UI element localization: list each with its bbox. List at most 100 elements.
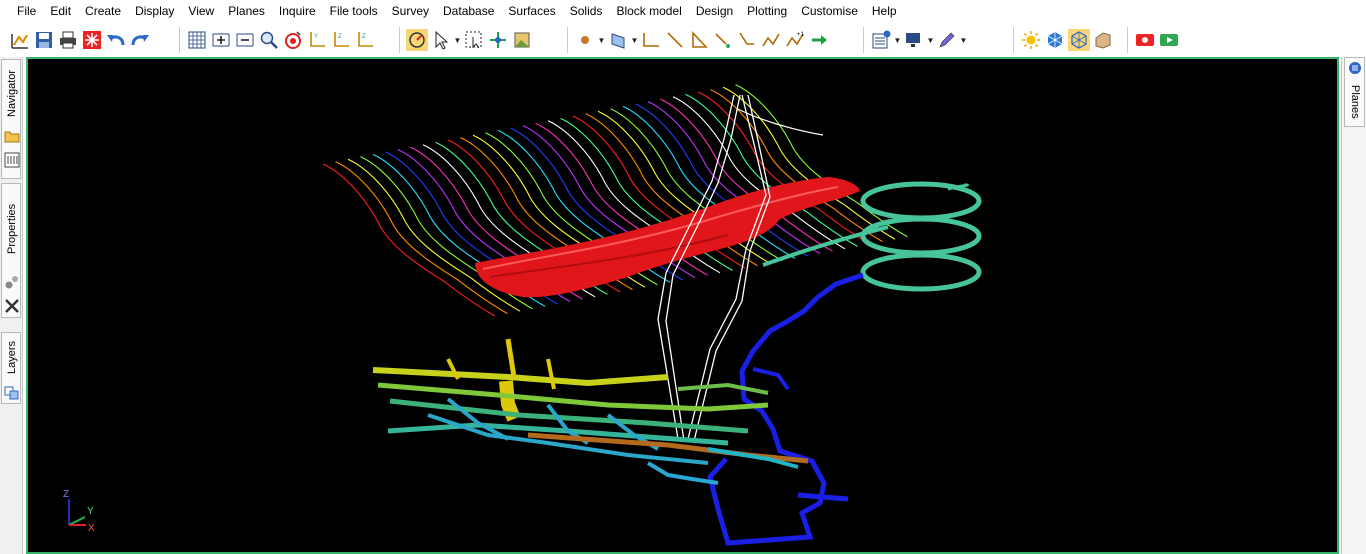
toolbar-group-select: ▼	[396, 26, 534, 54]
menu-bar: File Edit Create Display View Planes Inquire Fi…	[0, 0, 1366, 23]
segment-icon[interactable]	[712, 29, 734, 51]
gears-icon	[5, 276, 18, 289]
dropdown-arrow-icon[interactable]: ▼	[926, 36, 935, 45]
record-icon[interactable]	[1134, 29, 1156, 51]
tab-layers[interactable]: Layers	[1, 332, 21, 404]
grid-icon[interactable]	[186, 29, 208, 51]
view-xy-icon[interactable]: Z	[354, 29, 376, 51]
menu-block-model[interactable]: Block model	[609, 0, 688, 23]
menu-file-tools[interactable]: File tools	[323, 0, 385, 23]
monitor-icon[interactable]	[903, 29, 925, 51]
undo-icon[interactable]	[105, 29, 127, 51]
dropdown-arrow-icon[interactable]: ▼	[597, 36, 606, 45]
dropdown-arrow-icon[interactable]: ▼	[453, 36, 462, 45]
toolbar-divider	[863, 27, 866, 53]
select-box-icon[interactable]	[463, 29, 485, 51]
layers-icon	[4, 386, 19, 400]
rotate-icon[interactable]	[406, 29, 428, 51]
toolbar-group-view: Y Z Z	[176, 26, 377, 54]
properties-list-icon[interactable]	[870, 29, 892, 51]
toolbar-divider	[179, 27, 182, 53]
angle-icon[interactable]	[736, 29, 758, 51]
menu-plotting[interactable]: Plotting	[740, 0, 794, 23]
3d-viewport[interactable]: Z Y X	[26, 57, 1339, 554]
open-chart-icon[interactable]	[9, 29, 31, 51]
menu-inquire[interactable]: Inquire	[272, 0, 323, 23]
zoom-in-icon[interactable]	[210, 29, 232, 51]
navigator-tab-label: Navigator	[6, 69, 18, 117]
dropdown-arrow-icon[interactable]: ▼	[630, 36, 639, 45]
tab-navigator[interactable]: Navigator	[1, 59, 21, 179]
solid-icon[interactable]	[1092, 29, 1114, 51]
pointer-icon[interactable]	[430, 29, 452, 51]
toolbar-group-record	[1124, 26, 1181, 54]
contour-line	[347, 158, 521, 312]
toolbar-group-properties: ▼ ▼ ▼	[860, 26, 968, 54]
toolbar-group-draw: ▼ ▼ +1	[564, 26, 831, 54]
left-dock: Navigator Properties Layers	[0, 57, 23, 554]
shading-icon[interactable]	[1044, 29, 1066, 51]
menu-display[interactable]: Display	[128, 0, 181, 23]
wireframe-icon[interactable]	[1068, 29, 1090, 51]
scene-canvas[interactable]: Z Y X	[28, 59, 1339, 554]
menu-database[interactable]: Database	[436, 0, 501, 23]
tab-properties[interactable]: Properties	[1, 183, 21, 318]
menu-design[interactable]: Design	[689, 0, 740, 23]
polyline-icon[interactable]	[640, 29, 662, 51]
next-icon[interactable]	[808, 29, 830, 51]
plane-icon[interactable]	[607, 29, 629, 51]
axis-triad: Z Y X	[63, 489, 95, 534]
print-icon[interactable]	[57, 29, 79, 51]
menu-view[interactable]: View	[181, 0, 221, 23]
tab-planes[interactable]: Planes	[1344, 57, 1365, 127]
tools-icon	[5, 299, 19, 313]
toolbar-group-render	[1010, 26, 1115, 54]
toolbar-divider	[567, 27, 570, 53]
toolbar-divider	[399, 27, 402, 53]
menu-planes[interactable]: Planes	[221, 0, 272, 23]
menu-edit[interactable]: Edit	[43, 0, 78, 23]
menu-file[interactable]: File	[10, 0, 43, 23]
axis-z-label: Z	[63, 489, 69, 500]
axis-x-label: X	[88, 523, 95, 534]
line-icon[interactable]	[664, 29, 686, 51]
menu-survey[interactable]: Survey	[385, 0, 436, 23]
dropdown-arrow-icon[interactable]: ▼	[959, 36, 968, 45]
menu-surfaces[interactable]: Surfaces	[501, 0, 562, 23]
view-zx-icon[interactable]: Z	[330, 29, 352, 51]
view-zy-icon[interactable]: Y	[306, 29, 328, 51]
menu-customise[interactable]: Customise	[794, 0, 865, 23]
planes-icon	[1349, 62, 1361, 74]
layers-tab-label: Layers	[6, 340, 18, 374]
planes-tab-label: Planes	[1349, 85, 1361, 119]
triangle-line-icon[interactable]	[688, 29, 710, 51]
axis-y-label: Y	[87, 506, 94, 517]
play-icon[interactable]	[1158, 29, 1180, 51]
menu-create[interactable]: Create	[78, 0, 128, 23]
zoom-out-icon[interactable]	[234, 29, 256, 51]
main-toolbar: Y Z Z ▼ ▼ ▼ +1 ▼ ▼ ▼	[0, 24, 1366, 56]
contour-line	[335, 161, 508, 315]
move-icon[interactable]	[487, 29, 509, 51]
zoom-window-icon[interactable]	[258, 29, 280, 51]
red-ore-surface	[475, 177, 860, 298]
image-icon[interactable]	[511, 29, 533, 51]
target-icon[interactable]	[282, 29, 304, 51]
calculator-icon	[4, 152, 20, 168]
save-icon[interactable]	[33, 29, 55, 51]
pencil-icon[interactable]	[936, 29, 958, 51]
redo-icon[interactable]	[129, 29, 151, 51]
toolbar-divider	[1013, 27, 1016, 53]
properties-tab-label: Properties	[6, 203, 18, 255]
point-icon[interactable]	[574, 29, 596, 51]
right-dock: Planes	[1341, 57, 1366, 554]
reset-icon[interactable]	[81, 29, 103, 51]
menu-help[interactable]: Help	[865, 0, 904, 23]
light-icon[interactable]	[1020, 29, 1042, 51]
dropdown-arrow-icon[interactable]: ▼	[893, 36, 902, 45]
underground-workings	[372, 338, 809, 485]
zigzag-icon[interactable]	[760, 29, 782, 51]
menu-solids[interactable]: Solids	[563, 0, 610, 23]
svg-text:Z: Z	[362, 34, 366, 40]
zigzag-plus-icon[interactable]: +1	[784, 29, 806, 51]
